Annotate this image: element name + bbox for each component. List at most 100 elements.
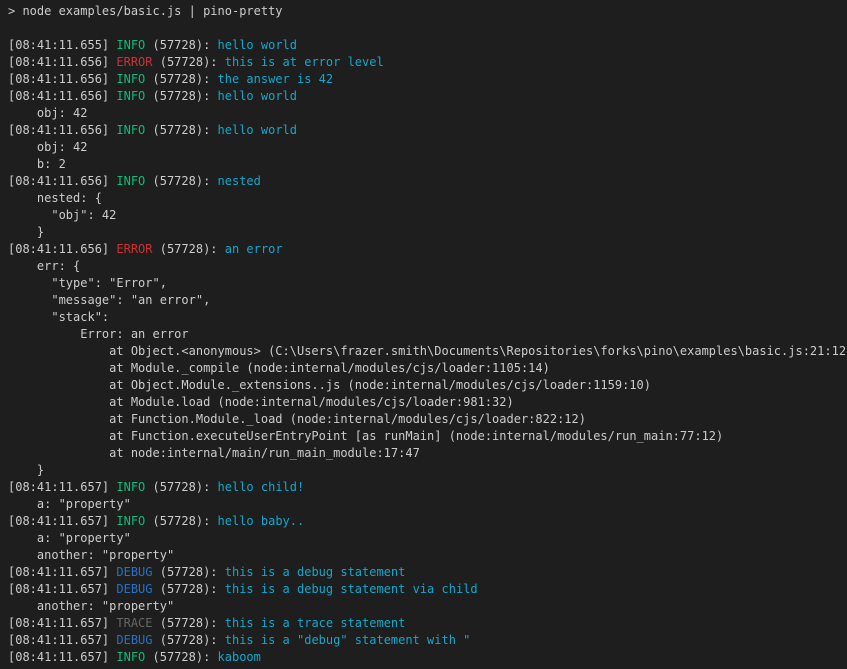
stack-text: at Object.<anonymous> (C:\Users\frazer.s… [8,344,847,358]
log-line: [08:41:11.657] INFO (57728): kaboom [8,649,847,666]
log-level: INFO [116,72,145,86]
log-property: "type": "Error", [8,276,167,290]
log-property-line: another: "property" [8,547,847,564]
log-line: [08:41:11.656] INFO (57728): the answer … [8,71,847,88]
timestamp: [08:41:11.656] [8,174,116,188]
log-level: INFO [116,650,145,664]
log-level: DEBUG [116,633,152,647]
log-property-line: a: "property" [8,530,847,547]
stack-trace-line: at Object.<anonymous> (C:\Users\frazer.s… [8,343,847,360]
log-property-line: "message": "an error", [8,292,847,309]
command-line: > node examples/basic.js | pino-pretty [8,3,847,20]
log-property-line: obj: 42 [8,139,847,156]
log-message: hello baby.. [218,514,305,528]
pid: (57728): [153,633,225,647]
pid: (57728): [153,582,225,596]
command-text: > node examples/basic.js | pino-pretty [8,4,283,18]
terminal-output: > node examples/basic.js | pino-pretty [… [8,3,847,666]
log-message: this is at error level [225,55,384,69]
log-level: ERROR [116,242,152,256]
timestamp: [08:41:11.656] [8,55,116,69]
stack-trace-line: at node:internal/main/run_main_module:17… [8,445,847,462]
log-message: kaboom [218,650,261,664]
log-message: an error [225,242,283,256]
timestamp: [08:41:11.656] [8,242,116,256]
pid: (57728): [145,72,217,86]
log-line: [08:41:11.657] INFO (57728): hello baby.… [8,513,847,530]
log-level: DEBUG [116,582,152,596]
log-level: INFO [116,174,145,188]
log-property: obj: 42 [8,106,87,120]
log-line: [08:41:11.657] DEBUG (57728): this is a … [8,632,847,649]
timestamp: [08:41:11.656] [8,72,116,86]
pid: (57728): [145,123,217,137]
log-message: this is a debug statement [225,565,406,579]
timestamp: [08:41:11.657] [8,616,116,630]
log-message: the answer is 42 [218,72,334,86]
pid: (57728): [153,242,225,256]
log-line: [08:41:11.656] INFO (57728): nested [8,173,847,190]
log-message: hello world [218,123,297,137]
pid: (57728): [145,89,217,103]
log-line: [08:41:11.656] ERROR (57728): an error [8,241,847,258]
log-level: DEBUG [116,565,152,579]
log-line: [08:41:11.656] INFO (57728): hello world [8,122,847,139]
log-level: ERROR [116,55,152,69]
log-message: nested [218,174,261,188]
stack-text: at Function.executeUserEntryPoint [as ru… [8,429,723,443]
log-line: [08:41:11.656] INFO (57728): hello world [8,88,847,105]
stack-text: Error: an error [8,327,189,341]
log-line: [08:41:11.657] INFO (57728): hello child… [8,479,847,496]
log-property: another: "property" [8,599,174,613]
log-message: this is a debug statement via child [225,582,478,596]
log-line: [08:41:11.656] ERROR (57728): this is at… [8,54,847,71]
stack-trace-line: at Function.Module._load (node:internal/… [8,411,847,428]
log-property-line: err: { [8,258,847,275]
log-property-line: } [8,224,847,241]
log-property: err: { [8,259,80,273]
pid: (57728): [145,514,217,528]
log-level: INFO [116,89,145,103]
log-level: TRACE [116,616,152,630]
log-property-line: nested: { [8,190,847,207]
stack-trace-line: at Module._compile (node:internal/module… [8,360,847,377]
log-property: a: "property" [8,497,131,511]
log-level: INFO [116,514,145,528]
stack-trace-line: at Object.Module._extensions..js (node:i… [8,377,847,394]
log-level: INFO [116,480,145,494]
stack-trace-line: at Module.load (node:internal/modules/cj… [8,394,847,411]
stack-trace-line: Error: an error [8,326,847,343]
log-property-line: another: "property" [8,598,847,615]
log-property-line: } [8,462,847,479]
log-property-line: "stack": [8,309,847,326]
timestamp: [08:41:11.657] [8,650,116,664]
pid: (57728): [145,38,217,52]
timestamp: [08:41:11.656] [8,123,116,137]
pid: (57728): [153,616,225,630]
blank-line [8,20,847,37]
timestamp: [08:41:11.657] [8,514,116,528]
stack-text: at node:internal/main/run_main_module:17… [8,446,420,460]
timestamp: [08:41:11.655] [8,38,116,52]
stack-text: at Object.Module._extensions..js (node:i… [8,378,651,392]
stack-text: at Module.load (node:internal/modules/cj… [8,395,514,409]
log-property-line: obj: 42 [8,105,847,122]
log-property-line: a: "property" [8,496,847,513]
log-line: [08:41:11.657] DEBUG (57728): this is a … [8,581,847,598]
log-property: nested: { [8,191,102,205]
pid: (57728): [153,565,225,579]
log-level: INFO [116,123,145,137]
log-property-line: "obj": 42 [8,207,847,224]
log-property: another: "property" [8,548,174,562]
log-message: hello world [218,38,297,52]
log-property: obj: 42 [8,140,87,154]
log-message: hello world [218,89,297,103]
pid: (57728): [145,650,217,664]
log-property-line: "type": "Error", [8,275,847,292]
timestamp: [08:41:11.656] [8,89,116,103]
timestamp: [08:41:11.657] [8,633,116,647]
log-property: b: 2 [8,157,66,171]
terminal: > node examples/basic.js | pino-pretty [… [0,0,847,669]
log-message: this is a "debug" statement with " [225,633,471,647]
log-line: [08:41:11.657] TRACE (57728): this is a … [8,615,847,632]
